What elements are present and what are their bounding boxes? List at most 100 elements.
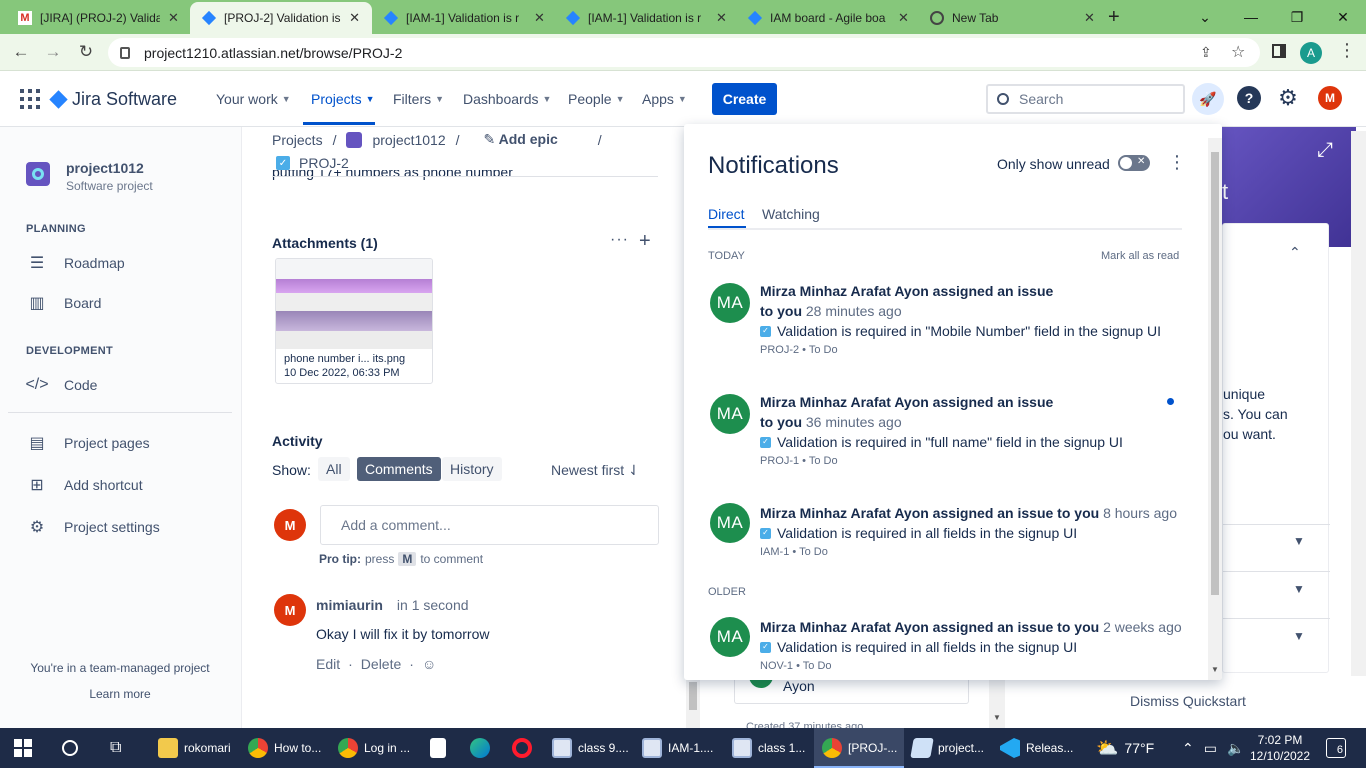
tray-chevron-up-icon[interactable]: ⌃ <box>1182 740 1194 757</box>
search-circle-icon[interactable] <box>62 728 78 768</box>
tab-watching[interactable]: Watching <box>762 206 820 222</box>
browser-tab-iam1-b[interactable]: [IAM-1] Validation is r ✕ <box>554 2 739 34</box>
new-tab-button[interactable]: + <box>1108 6 1120 29</box>
clock[interactable]: 7:02 PM 12/10/2022 <box>1248 732 1312 764</box>
app-switcher-icon[interactable] <box>20 89 40 109</box>
sidebar-item-project-pages[interactable]: ▤ Project pages <box>26 433 149 453</box>
weather-widget[interactable]: ⛅ 77°F <box>1096 728 1154 768</box>
notification-center-icon[interactable]: 6 <box>1326 738 1346 758</box>
task-view-icon[interactable]: ⧉ <box>110 728 121 768</box>
breadcrumb-project[interactable]: project1012 <box>372 132 445 148</box>
sidebar-item-roadmap[interactable]: ☰ Roadmap <box>26 253 125 273</box>
add-reaction-icon[interactable]: ☺ <box>422 656 436 672</box>
learn-more-link[interactable]: Learn more <box>0 687 240 701</box>
nav-people[interactable]: People ▼ <box>568 91 625 107</box>
taskbar-app-word-2[interactable]: IAM-1.... <box>642 728 713 768</box>
notification-issue[interactable]: Validation is required in "Mobile Number… <box>777 321 1161 341</box>
close-tab-icon[interactable]: ✕ <box>716 10 727 26</box>
nav-dashboards[interactable]: Dashboards ▼ <box>463 91 551 107</box>
tab-search-icon[interactable]: ⌄ <box>1182 0 1228 34</box>
chevron-down-icon[interactable]: ▼ <box>1293 629 1305 643</box>
settings-gear-icon[interactable]: ⚙ <box>1276 85 1300 110</box>
back-icon[interactable]: ← <box>10 42 32 62</box>
close-tab-icon[interactable]: ✕ <box>168 10 179 26</box>
chevron-down-icon[interactable]: ▼ <box>1293 582 1305 596</box>
dismiss-quickstart-link[interactable]: Dismiss Quickstart <box>1130 693 1246 709</box>
user-avatar[interactable]: M <box>1318 86 1342 110</box>
notification-issue[interactable]: Validation is required in all fields in … <box>777 523 1077 543</box>
notification-issue[interactable]: Validation is required in "full name" fi… <box>777 432 1123 452</box>
quickstart-scrollbar[interactable] <box>1351 131 1366 676</box>
only-unread-toggle[interactable]: ✕ <box>1118 155 1150 171</box>
comment-author[interactable]: mimiaurin <box>316 597 383 613</box>
close-tab-icon[interactable]: ✕ <box>349 10 360 26</box>
notification-issue[interactable]: Validation is required in all fields in … <box>777 637 1077 657</box>
add-comment-input[interactable]: Add a comment... <box>320 505 659 545</box>
browser-tab-iam1[interactable]: [IAM-1] Validation is r ✕ <box>372 2 557 34</box>
filter-history-button[interactable]: History <box>442 457 502 481</box>
nav-projects[interactable]: Projects ▼ <box>311 91 375 107</box>
battery-icon[interactable]: ▭ <box>1204 740 1217 757</box>
browser-tab-iam-board[interactable]: IAM board - Agile boa ✕ <box>736 2 921 34</box>
speaker-icon[interactable]: 🔈 <box>1227 740 1244 757</box>
jira-logo[interactable]: Jira Software <box>49 89 177 110</box>
side-panel-icon[interactable] <box>1272 44 1286 58</box>
browser-menu-icon[interactable]: ⋮ <box>1338 40 1356 61</box>
close-tab-icon[interactable]: ✕ <box>1084 10 1095 26</box>
taskbar-app-word-3[interactable]: class 1... <box>732 728 805 768</box>
share-icon[interactable]: ⇪ <box>1200 44 1212 61</box>
taskbar-app-vscode[interactable]: Releas... <box>1000 728 1073 768</box>
sidebar-item-board[interactable]: ▥ Board <box>26 293 101 313</box>
comment-delete-link[interactable]: Delete <box>361 656 401 672</box>
taskbar-app-chrome-1[interactable]: How to... <box>248 728 321 768</box>
filter-all-button[interactable]: All <box>318 457 350 481</box>
taskbar-app-notepad[interactable] <box>430 728 446 768</box>
close-window-icon[interactable]: ✕ <box>1320 0 1366 34</box>
add-attachment-icon[interactable]: + <box>639 230 651 253</box>
nav-filters[interactable]: Filters ▼ <box>393 91 444 107</box>
taskbar-app-opera[interactable] <box>512 728 532 768</box>
browser-tab-gmail[interactable]: M [JIRA] (PROJ-2) Validat ✕ <box>6 2 191 34</box>
taskbar-app-word-1[interactable]: class 9.... <box>552 728 629 768</box>
taskbar-app-chrome-2[interactable]: Log in ... <box>338 728 410 768</box>
mark-all-read-button[interactable]: Mark all as read <box>1101 250 1179 262</box>
nav-apps[interactable]: Apps ▼ <box>642 91 687 107</box>
browser-tab-proj2[interactable]: [PROJ-2] Validation is r ✕ <box>190 2 372 34</box>
forward-icon[interactable]: → <box>42 42 64 62</box>
taskbar-app-chrome-active[interactable]: [PROJ-... <box>822 728 897 768</box>
tab-direct[interactable]: Direct <box>708 206 745 222</box>
details-scrollbar[interactable]: ▼ <box>989 680 1005 728</box>
create-button[interactable]: Create <box>712 83 777 115</box>
address-bar[interactable]: project1210.atlassian.net/browse/PROJ-2 <box>108 38 1260 67</box>
notifications-scrollbar[interactable]: ▼ <box>1208 138 1222 680</box>
chevron-up-icon[interactable]: ⌃ <box>1289 244 1301 261</box>
breadcrumb-issue[interactable]: ✓ PROJ-2 <box>276 155 349 171</box>
project-name[interactable]: project1012 <box>66 160 144 176</box>
sort-button[interactable]: Newest first ⇃ <box>551 462 640 479</box>
comment-edit-link[interactable]: Edit <box>316 656 340 672</box>
system-tray[interactable]: ⌃ ▭ 🔈 <box>1182 728 1244 768</box>
minimize-icon[interactable]: — <box>1228 0 1274 34</box>
profile-avatar[interactable]: A <box>1300 42 1322 64</box>
notifications-rocket-icon[interactable]: 🚀 <box>1192 83 1224 115</box>
more-options-icon[interactable]: ··· <box>610 231 629 249</box>
close-tab-icon[interactable]: ✕ <box>898 10 909 26</box>
filter-comments-button[interactable]: Comments <box>357 457 441 481</box>
taskbar-app-rokomari[interactable]: rokomari <box>158 728 231 768</box>
sidebar-item-add-shortcut[interactable]: ⊞ Add shortcut <box>26 475 142 495</box>
nav-your-work[interactable]: Your work ▼ <box>216 91 291 107</box>
reload-icon[interactable]: ↻ <box>75 42 97 62</box>
unread-dot-icon[interactable] <box>1167 398 1174 405</box>
main-scrollbar[interactable] <box>686 680 700 728</box>
taskbar-app-project[interactable]: project... <box>910 728 984 768</box>
browser-tab-new[interactable]: New Tab ✕ <box>918 2 1107 34</box>
expand-icon[interactable]: ⤢ <box>1317 139 1333 162</box>
chevron-down-icon[interactable]: ▼ <box>1293 534 1305 548</box>
sidebar-item-code[interactable]: </> Code <box>25 375 97 395</box>
breadcrumb-projects[interactable]: Projects <box>272 132 323 148</box>
add-epic-button[interactable]: ✎ Add epic <box>484 131 558 148</box>
bookmark-star-icon[interactable]: ☆ <box>1231 42 1245 62</box>
taskbar-app-edge[interactable] <box>470 728 490 768</box>
attachment-card[interactable]: phone number i... its.png 10 Dec 2022, 0… <box>275 258 433 384</box>
close-tab-icon[interactable]: ✕ <box>534 10 545 26</box>
